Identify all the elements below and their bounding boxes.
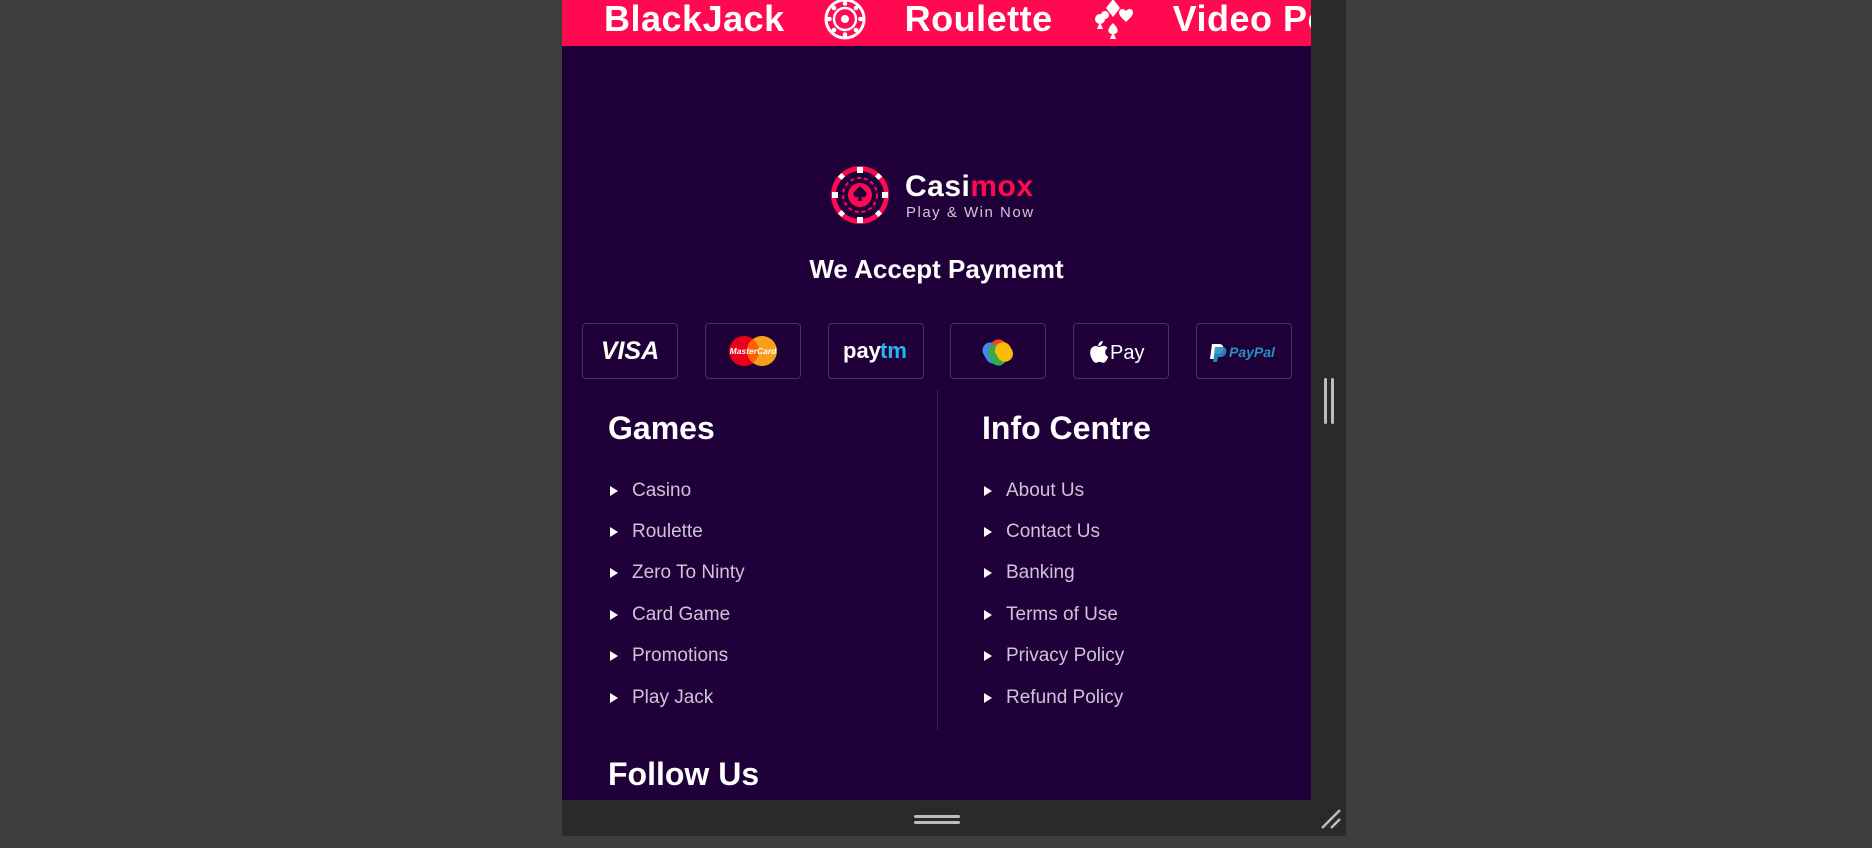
info-link-about-us[interactable]: About Us: [982, 470, 1282, 511]
link-label[interactable]: Contact Us: [1006, 521, 1100, 543]
svg-text:MasterCard: MasterCard: [730, 346, 778, 356]
link-label[interactable]: Terms of Use: [1006, 604, 1118, 626]
svg-text:Pay: Pay: [1110, 342, 1144, 364]
info-link-contact-us[interactable]: Contact Us: [982, 511, 1282, 552]
link-label[interactable]: Privacy Policy: [1006, 645, 1124, 667]
gpay-icon: [982, 339, 1013, 366]
apple-pay-icon: Pay: [1090, 340, 1144, 364]
caret-right-icon: [610, 609, 618, 620]
follow-us-title: Follow Us: [608, 756, 760, 792]
caret-right-icon: [984, 568, 992, 579]
caret-right-icon: [984, 692, 992, 703]
payment-card-mastercard: MasterCard: [705, 323, 801, 379]
brand-name-part1: Casi: [905, 170, 971, 203]
caret-right-icon: [610, 527, 618, 538]
caret-right-icon: [610, 692, 618, 703]
info-centre-column: Info Centre About Us Contact Us Banking …: [982, 410, 1282, 718]
link-label[interactable]: Zero To Ninty: [632, 562, 745, 584]
brand-tagline: Play & Win Now: [906, 204, 1035, 221]
column-divider: [937, 390, 938, 730]
games-column: Games Casino Roulette Zero To Ninty Card…: [608, 410, 908, 718]
games-link-play-jack[interactable]: Play Jack: [608, 677, 908, 718]
payments-title: We Accept Paymemt: [809, 254, 1064, 284]
games-links: Casino Roulette Zero To Ninty Card Game …: [608, 470, 908, 718]
link-label[interactable]: Play Jack: [632, 687, 713, 709]
games-title: Games: [608, 410, 715, 446]
caret-right-icon: [984, 527, 992, 538]
card-suits-icon: [1091, 0, 1135, 41]
caret-right-icon: [984, 651, 992, 662]
info-link-privacy-policy[interactable]: Privacy Policy: [982, 636, 1282, 677]
poker-chip-spade-icon: [831, 166, 889, 224]
link-label[interactable]: Casino: [632, 480, 691, 502]
mastercard-icon: MasterCard: [729, 336, 778, 366]
link-label[interactable]: Promotions: [632, 645, 728, 667]
payment-card-apple-pay: Pay: [1073, 323, 1169, 379]
games-link-roulette[interactable]: Roulette: [608, 511, 908, 552]
svg-text:PayPal: PayPal: [1229, 344, 1276, 360]
info-link-banking[interactable]: Banking: [982, 553, 1282, 594]
page-viewport[interactable]: BlackJack Roulette Video P Casimox Play …: [562, 0, 1311, 800]
brand-name: Casimox: [905, 170, 1034, 204]
paypal-icon: PayPal: [1210, 344, 1276, 362]
link-label[interactable]: Banking: [1006, 562, 1075, 584]
payment-card-visa: VISA: [582, 323, 678, 379]
payment-methods: VISA MasterCard pay tm Pay PayPal: [582, 323, 1292, 379]
svg-text:VISA: VISA: [601, 337, 659, 365]
brand-name-part2: mox: [970, 170, 1034, 203]
games-link-casino[interactable]: Casino: [608, 470, 908, 511]
payment-card-paytm: pay tm: [828, 323, 924, 379]
svg-text:pay: pay: [843, 338, 882, 363]
link-label[interactable]: About Us: [1006, 480, 1084, 502]
info-centre-title: Info Centre: [982, 410, 1151, 446]
ticker-item-video-poker[interactable]: Video Po: [1173, 0, 1311, 40]
caret-right-icon: [610, 651, 618, 662]
payment-card-paypal: PayPal: [1196, 323, 1292, 379]
ticker-item-blackjack[interactable]: BlackJack: [604, 0, 785, 40]
resize-grip-icon[interactable]: [1318, 806, 1342, 830]
info-centre-links: About Us Contact Us Banking Terms of Use…: [982, 470, 1282, 718]
ticker-item-roulette[interactable]: Roulette: [905, 0, 1053, 40]
caret-right-icon: [984, 609, 992, 620]
roulette-wheel-icon: [823, 0, 867, 41]
caret-right-icon: [610, 485, 618, 496]
paytm-icon: pay tm: [843, 338, 907, 363]
caret-right-icon: [610, 568, 618, 579]
caret-right-icon: [984, 485, 992, 496]
horizontal-resize-handle[interactable]: [914, 815, 960, 825]
link-label[interactable]: Refund Policy: [1006, 687, 1123, 709]
info-link-refund-policy[interactable]: Refund Policy: [982, 677, 1282, 718]
payment-card-gpay: [950, 323, 1046, 379]
link-label[interactable]: Roulette: [632, 521, 703, 543]
visa-icon: VISA: [601, 337, 659, 365]
info-link-terms-of-use[interactable]: Terms of Use: [982, 594, 1282, 635]
brand-logo-block[interactable]: Casimox Play & Win Now: [829, 164, 1049, 230]
games-link-card-game[interactable]: Card Game: [608, 594, 908, 635]
vertical-resize-handle[interactable]: [1324, 378, 1336, 424]
svg-text:tm: tm: [880, 338, 907, 363]
games-link-promotions[interactable]: Promotions: [608, 636, 908, 677]
games-ticker: BlackJack Roulette Video P: [562, 0, 1311, 46]
link-label[interactable]: Card Game: [632, 604, 730, 626]
games-link-zero-to-ninty[interactable]: Zero To Ninty: [608, 553, 908, 594]
device-frame: BlackJack Roulette Video P Casimox Play …: [562, 0, 1346, 836]
